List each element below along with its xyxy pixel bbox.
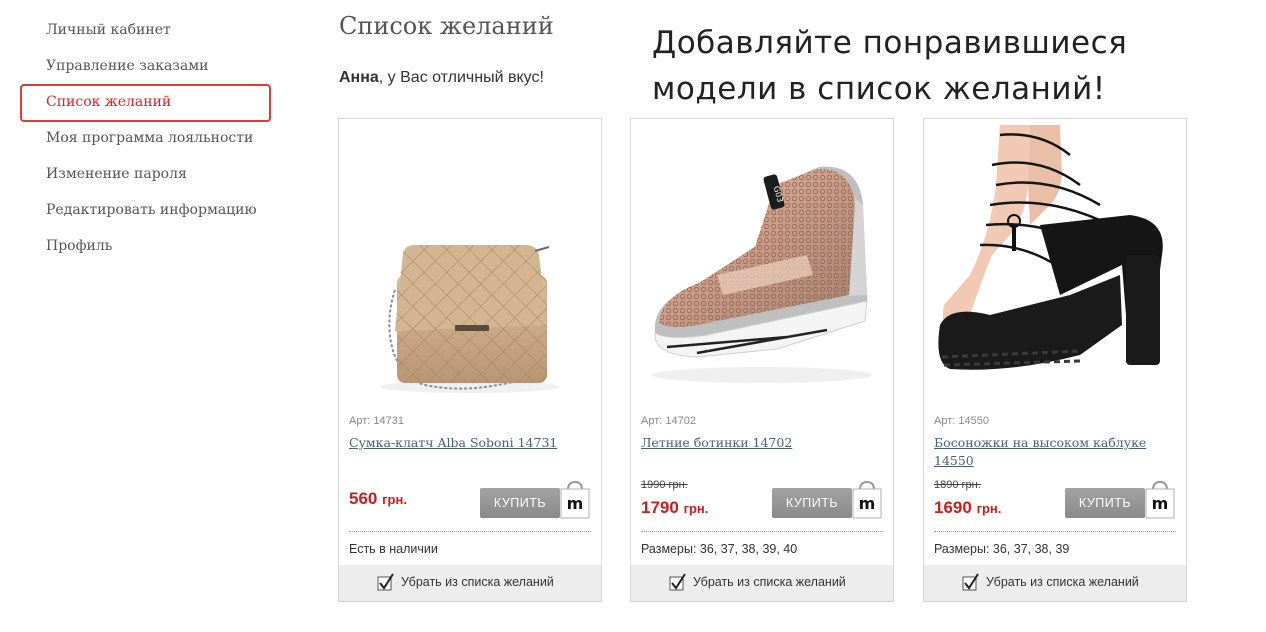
- buy-button[interactable]: КУПИТЬ m: [772, 480, 884, 519]
- promo-annotation: Добавляйте понравившиеся модели в список…: [652, 20, 1127, 112]
- sidebar-item-change-password[interactable]: Изменение пароля: [46, 166, 187, 182]
- buy-button-label: КУПИТЬ: [1065, 488, 1145, 518]
- greeting-name: Анна: [339, 69, 379, 86]
- price-currency: грн.: [976, 501, 1002, 516]
- checkbox-checked-icon: [377, 573, 394, 591]
- svg-text:m: m: [1152, 494, 1169, 513]
- shopping-bag-icon: m: [852, 480, 882, 519]
- remove-from-wishlist[interactable]: Убрать из списка желаний: [924, 565, 1186, 601]
- availability-text: Есть в наличии: [349, 542, 438, 556]
- price-value: 1790: [641, 498, 679, 517]
- sidebar-item-orders[interactable]: Управление заказами: [46, 58, 209, 74]
- svg-text:m: m: [859, 494, 876, 513]
- wedge-sneaker-image: G03: [652, 166, 872, 383]
- product-card: G03 Арт: 14702 Летние ботинки 14702 1990…: [630, 118, 894, 602]
- promo-line-1: Добавляйте понравившиеся: [652, 25, 1128, 61]
- product-sku: Арт: 14731: [349, 415, 404, 427]
- card-divider: [349, 531, 591, 532]
- product-sku: Арт: 14550: [934, 415, 989, 427]
- product-image[interactable]: [345, 125, 595, 409]
- product-price: 560 грн.: [349, 489, 407, 509]
- shopping-bag-icon: m: [560, 480, 590, 519]
- buy-button-label: КУПИТЬ: [772, 488, 852, 518]
- old-price: 1890 грн.: [934, 479, 981, 491]
- product-price: 1790 грн.: [641, 498, 708, 518]
- product-price: 1690 грн.: [934, 498, 1001, 518]
- old-price: 1990 грн.: [641, 479, 688, 491]
- sidebar-item-edit-info[interactable]: Редактировать информацию: [46, 202, 257, 218]
- product-name-link[interactable]: Сумка-клатч Alba Soboni 14731: [349, 434, 589, 452]
- sizes-text: Размеры: 36, 37, 38, 39, 40: [641, 542, 798, 556]
- remove-label: Убрать из списка желаний: [693, 575, 846, 589]
- sidebar-item-loyalty[interactable]: Моя программа лояльности: [46, 130, 253, 146]
- buy-button[interactable]: КУПИТЬ m: [1065, 480, 1177, 519]
- product-sku: Арт: 14702: [641, 415, 696, 427]
- sidebar-item-account[interactable]: Личный кабинет: [46, 22, 171, 38]
- remove-label: Убрать из списка желаний: [986, 575, 1139, 589]
- sidebar-item-profile[interactable]: Профиль: [46, 238, 112, 254]
- product-image[interactable]: G03: [637, 125, 887, 409]
- product-image[interactable]: [930, 125, 1180, 409]
- remove-label: Убрать из списка желаний: [401, 575, 554, 589]
- price-value: 560: [349, 489, 378, 508]
- product-card: Арт: 14731 Сумка-клатч Alba Soboni 14731…: [338, 118, 602, 602]
- checkbox-checked-icon: [669, 573, 686, 591]
- remove-from-wishlist[interactable]: Убрать из списка желаний: [339, 565, 601, 601]
- price-currency: грн.: [683, 501, 709, 516]
- buy-button[interactable]: КУПИТЬ m: [480, 480, 592, 519]
- promo-line-2: модели в список желаний!: [652, 71, 1106, 107]
- greeting-text: , у Вас отличный вкус!: [378, 69, 544, 86]
- clutch-bag-image: [380, 245, 560, 393]
- shopping-bag-icon: m: [1145, 480, 1175, 519]
- svg-text:m: m: [567, 494, 584, 513]
- product-card: Арт: 14550 Босоножки на высоком каблуке …: [923, 118, 1187, 602]
- product-name-link[interactable]: Босоножки на высоком каблуке 14550: [934, 434, 1174, 470]
- card-divider: [641, 531, 883, 532]
- sidebar-item-wishlist[interactable]: Список желаний: [46, 94, 171, 110]
- checkbox-checked-icon: [962, 573, 979, 591]
- sizes-text: Размеры: 36, 37, 38, 39: [934, 542, 1070, 556]
- platform-heels-image: [938, 125, 1163, 370]
- product-name-link[interactable]: Летние ботинки 14702: [641, 434, 881, 452]
- greeting: Анна, у Вас отличный вкус!: [339, 69, 544, 87]
- buy-button-label: КУПИТЬ: [480, 488, 560, 518]
- remove-from-wishlist[interactable]: Убрать из списка желаний: [631, 565, 893, 601]
- price-currency: грн.: [382, 492, 407, 507]
- card-divider: [934, 531, 1176, 532]
- page-title: Список желаний: [339, 12, 554, 40]
- price-value: 1690: [934, 498, 972, 517]
